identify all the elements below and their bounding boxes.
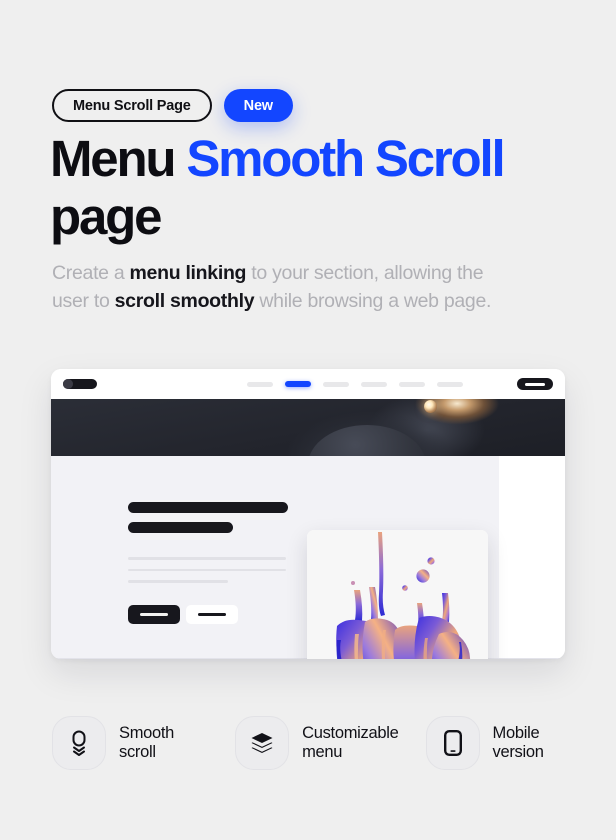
mockup-navbar bbox=[51, 369, 565, 399]
lede-strong-2: scroll smoothly bbox=[114, 290, 255, 312]
liquid-splash-artwork bbox=[307, 530, 488, 659]
headline-part-1: Menu bbox=[50, 130, 187, 187]
mockup-nav-link-4[interactable] bbox=[361, 381, 387, 387]
mockup-paragraph-lines bbox=[128, 557, 290, 583]
mockup-nav-link-2-active[interactable] bbox=[285, 381, 311, 387]
badge-menu-scroll-page[interactable]: Menu Scroll Page bbox=[52, 89, 212, 122]
mockup-heading-bar-2 bbox=[128, 522, 233, 533]
mockup-button-group bbox=[128, 605, 238, 624]
badge-row: Menu Scroll Page New bbox=[52, 89, 293, 122]
feature-mobile-version[interactable]: Mobile version bbox=[425, 716, 572, 770]
mockup-nav-link-3[interactable] bbox=[323, 381, 349, 387]
mockup-nav-links bbox=[247, 381, 463, 387]
mouse-scroll-icon bbox=[52, 716, 106, 770]
feature-label: Mobile version bbox=[492, 723, 544, 762]
feature-label: Customizable menu bbox=[302, 723, 399, 762]
headline-accent: Smooth Scroll bbox=[186, 130, 505, 187]
promo-page: Menu Scroll Page New Menu Smooth Scroll … bbox=[0, 0, 616, 840]
mockup-nav-link-6[interactable] bbox=[437, 381, 463, 387]
mockup-logo[interactable] bbox=[63, 379, 97, 389]
mockup-image-card bbox=[307, 530, 488, 659]
badge-new[interactable]: New bbox=[223, 89, 293, 122]
mobile-phone-icon bbox=[425, 716, 480, 770]
mockup-heading-bar-1 bbox=[128, 502, 288, 513]
feature-customizable-menu[interactable]: Customizable menu bbox=[235, 716, 425, 770]
page-description: Create a menu linking to your section, a… bbox=[52, 259, 492, 315]
mockup-text-line-2 bbox=[128, 568, 286, 571]
page-title: Menu Smooth Scroll page bbox=[50, 130, 570, 246]
feature-smooth-scroll[interactable]: Smooth scroll bbox=[52, 716, 235, 770]
lede-segment-3: while browsing a web page. bbox=[254, 290, 492, 312]
lede-strong-1: menu linking bbox=[129, 262, 247, 284]
mockup-text-column bbox=[128, 502, 290, 592]
feature-label: Smooth scroll bbox=[119, 723, 175, 762]
feature-row: Smooth scroll Customizable menu Mobile v… bbox=[52, 716, 572, 770]
mockup-nav-link-1[interactable] bbox=[247, 381, 273, 387]
mockup-text-line-3 bbox=[128, 580, 228, 583]
layers-stack-icon bbox=[235, 716, 290, 770]
mockup-nav-cta-button[interactable] bbox=[517, 378, 553, 390]
mockup-nav-link-5[interactable] bbox=[399, 381, 425, 387]
mockup-text-line-1 bbox=[128, 557, 286, 560]
mockup-secondary-button[interactable] bbox=[186, 605, 238, 624]
headline-part-3: page bbox=[50, 188, 162, 245]
mockup-content-section bbox=[51, 456, 565, 659]
website-mockup bbox=[51, 369, 565, 659]
hero-glow-sphere bbox=[423, 399, 437, 413]
mockup-hero-image bbox=[51, 399, 565, 456]
mockup-primary-button[interactable] bbox=[128, 605, 180, 624]
lede-segment-1: Create a bbox=[52, 262, 130, 284]
hero-blob-shape bbox=[308, 425, 426, 456]
